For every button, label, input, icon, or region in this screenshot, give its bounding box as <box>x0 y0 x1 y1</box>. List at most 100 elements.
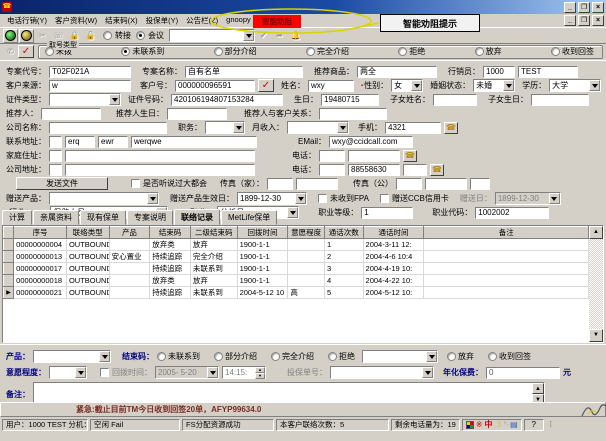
menu-item[interactable]: 投保单(Y) <box>142 14 183 27</box>
company-addr-input-1[interactable] <box>49 164 62 176</box>
tab[interactable]: 亲属资料 <box>33 210 79 225</box>
table-cell[interactable]: 放弃类 <box>150 275 191 287</box>
table-cell[interactable]: 持续追踪 <box>150 251 191 263</box>
child-birthday-input[interactable] <box>531 94 589 106</box>
dial-type-radio[interactable]: 部分介绍 <box>214 46 257 57</box>
restore-button[interactable]: ❐ <box>578 2 590 13</box>
close-button[interactable]: × <box>592 2 604 13</box>
agent-id-input[interactable]: 1000 <box>483 66 515 78</box>
marital-select[interactable]: 未婚 <box>473 79 515 92</box>
column-header[interactable]: 结束码 <box>150 227 191 239</box>
table-cell[interactable]: OUTBOUND <box>66 239 109 251</box>
dial-type-radio[interactable]: 收到回签 <box>551 46 594 57</box>
tray-monitor-icon[interactable]: ▤ <box>510 420 518 430</box>
menu-item[interactable]: gnoopy <box>222 14 255 27</box>
income-select[interactable] <box>287 121 349 134</box>
column-header[interactable]: 意愿程度 <box>288 227 325 239</box>
willing-select[interactable] <box>49 366 87 379</box>
project-code-input[interactable]: T02F021A <box>49 66 131 78</box>
scroll-up-icon[interactable]: ▲ <box>532 383 544 394</box>
column-header[interactable]: 回拨时间 <box>237 227 288 239</box>
gift-effect-select[interactable]: 1899-12-30 <box>237 192 307 205</box>
endcode-radio[interactable]: 未联系到 <box>157 351 200 362</box>
table-cell[interactable]: 00000000017 <box>14 263 67 275</box>
column-header[interactable]: 通话时间 <box>363 227 424 239</box>
table-cell[interactable] <box>109 263 150 275</box>
column-header[interactable]: 通话次数 <box>324 227 363 239</box>
menu-item[interactable]: 客户资料(W) <box>51 14 101 27</box>
table-cell[interactable] <box>424 263 589 275</box>
column-header[interactable]: 产品 <box>109 227 150 239</box>
conference-radio[interactable] <box>136 31 145 40</box>
contact-addr-input-1[interactable] <box>49 136 62 148</box>
table-cell[interactable]: 未联系到 <box>190 287 237 299</box>
gender-select[interactable]: 女 <box>391 79 423 92</box>
tab[interactable]: MetLife保单 <box>221 210 277 225</box>
fax-home-input-1[interactable] <box>267 178 293 190</box>
table-cell[interactable]: 安心置业 <box>109 251 150 263</box>
table-cell[interactable]: 2004-4-22 10: <box>363 275 424 287</box>
menu-item[interactable]: 公告栏(Z) <box>182 14 222 27</box>
mdi-close-button[interactable]: × <box>592 15 604 26</box>
table-cell[interactable] <box>109 287 150 299</box>
dial-type-radio[interactable]: 拒绝 <box>398 46 425 57</box>
menu-item[interactable]: 电话行销(Y) <box>3 14 51 27</box>
table-cell[interactable]: 00000000018 <box>14 275 67 287</box>
table-cell[interactable] <box>288 275 325 287</box>
table-cell[interactable]: 3 <box>324 263 363 275</box>
tab[interactable]: 计算 <box>2 210 32 225</box>
table-cell[interactable]: 持续追踪 <box>150 287 191 299</box>
dial-type-radio[interactable]: 完全介绍 <box>306 46 349 57</box>
dial-office-icon[interactable]: ☎ <box>430 164 444 176</box>
column-header[interactable]: 二级结束码 <box>190 227 237 239</box>
endcode-radio[interactable]: 收到回签 <box>488 351 531 362</box>
table-cell[interactable]: 放弃 <box>190 275 237 287</box>
id-type-select[interactable] <box>49 93 121 106</box>
id-no-input[interactable]: 420106194807153284 <box>171 94 283 106</box>
table-cell[interactable]: 5 <box>324 287 363 299</box>
table-cell[interactable] <box>288 251 325 263</box>
bottom-product-select[interactable] <box>33 350 111 363</box>
mobile-input[interactable]: 4321 <box>385 122 441 134</box>
table-row[interactable]: ▶00000000021OUTBOUND持续追踪未联系到2004-5-12 10… <box>4 287 589 299</box>
fpa-checkbox[interactable] <box>318 194 327 203</box>
table-row[interactable]: 00000000018OUTBOUND放弃类放弃1900-1-142004-4-… <box>4 275 589 287</box>
child-name-input[interactable] <box>433 94 477 106</box>
confirm-check-button[interactable]: ✓ <box>18 45 34 58</box>
menu-item[interactable]: 结束码(X) <box>101 14 142 27</box>
table-cell[interactable]: 2 <box>324 251 363 263</box>
endcode-radio[interactable]: 部分介绍 <box>214 351 257 362</box>
callback-checkbox[interactable] <box>100 368 109 377</box>
home-phone-input-2[interactable] <box>348 150 400 162</box>
company-addr-input-2[interactable] <box>65 164 255 176</box>
table-cell[interactable] <box>424 251 589 263</box>
customer-check-button[interactable]: ✓ <box>258 79 274 92</box>
table-cell[interactable] <box>109 239 150 251</box>
resize-grip[interactable]: ⁞ <box>546 419 556 432</box>
table-cell[interactable]: 00000000021 <box>14 287 67 299</box>
home-addr-input-1[interactable] <box>49 150 62 162</box>
table-cell[interactable]: 1900-1-1 <box>237 251 288 263</box>
minimize-button[interactable]: _ <box>564 2 576 13</box>
table-row[interactable]: 00000000017OUTBOUND持续追踪未联系到1900-1-132004… <box>4 263 589 275</box>
home-phone-input-1[interactable] <box>319 150 345 162</box>
referrer-input[interactable] <box>41 108 101 120</box>
agent-name-input[interactable]: TEST <box>518 66 578 78</box>
transfer-radio[interactable] <box>103 31 112 40</box>
table-row[interactable]: 00000000004OUTBOUND放弃类放弃1900-1-112004-3-… <box>4 239 589 251</box>
table-row[interactable]: 00000000013OUTBOUND安心置业持续追踪完全介绍1900-1-12… <box>4 251 589 263</box>
table-cell[interactable] <box>109 275 150 287</box>
mdi-minimize-button[interactable]: _ <box>564 15 576 26</box>
table-cell[interactable]: OUTBOUND <box>66 275 109 287</box>
tab[interactable]: 现有保单 <box>80 210 126 225</box>
birthday-input[interactable]: 19480715 <box>321 94 379 106</box>
project-name-input[interactable]: 自有名单 <box>185 66 303 78</box>
extension-select[interactable] <box>169 29 255 42</box>
reject-reason-select[interactable] <box>362 350 438 363</box>
office-phone-input-2[interactable]: 88558630 <box>348 164 400 176</box>
answer-call-button[interactable] <box>3 29 18 43</box>
table-cell[interactable] <box>424 287 589 299</box>
office-phone-input-1[interactable] <box>319 164 345 176</box>
send-file-button[interactable]: 发送文件 <box>16 177 108 190</box>
table-cell[interactable]: 00000000013 <box>14 251 67 263</box>
